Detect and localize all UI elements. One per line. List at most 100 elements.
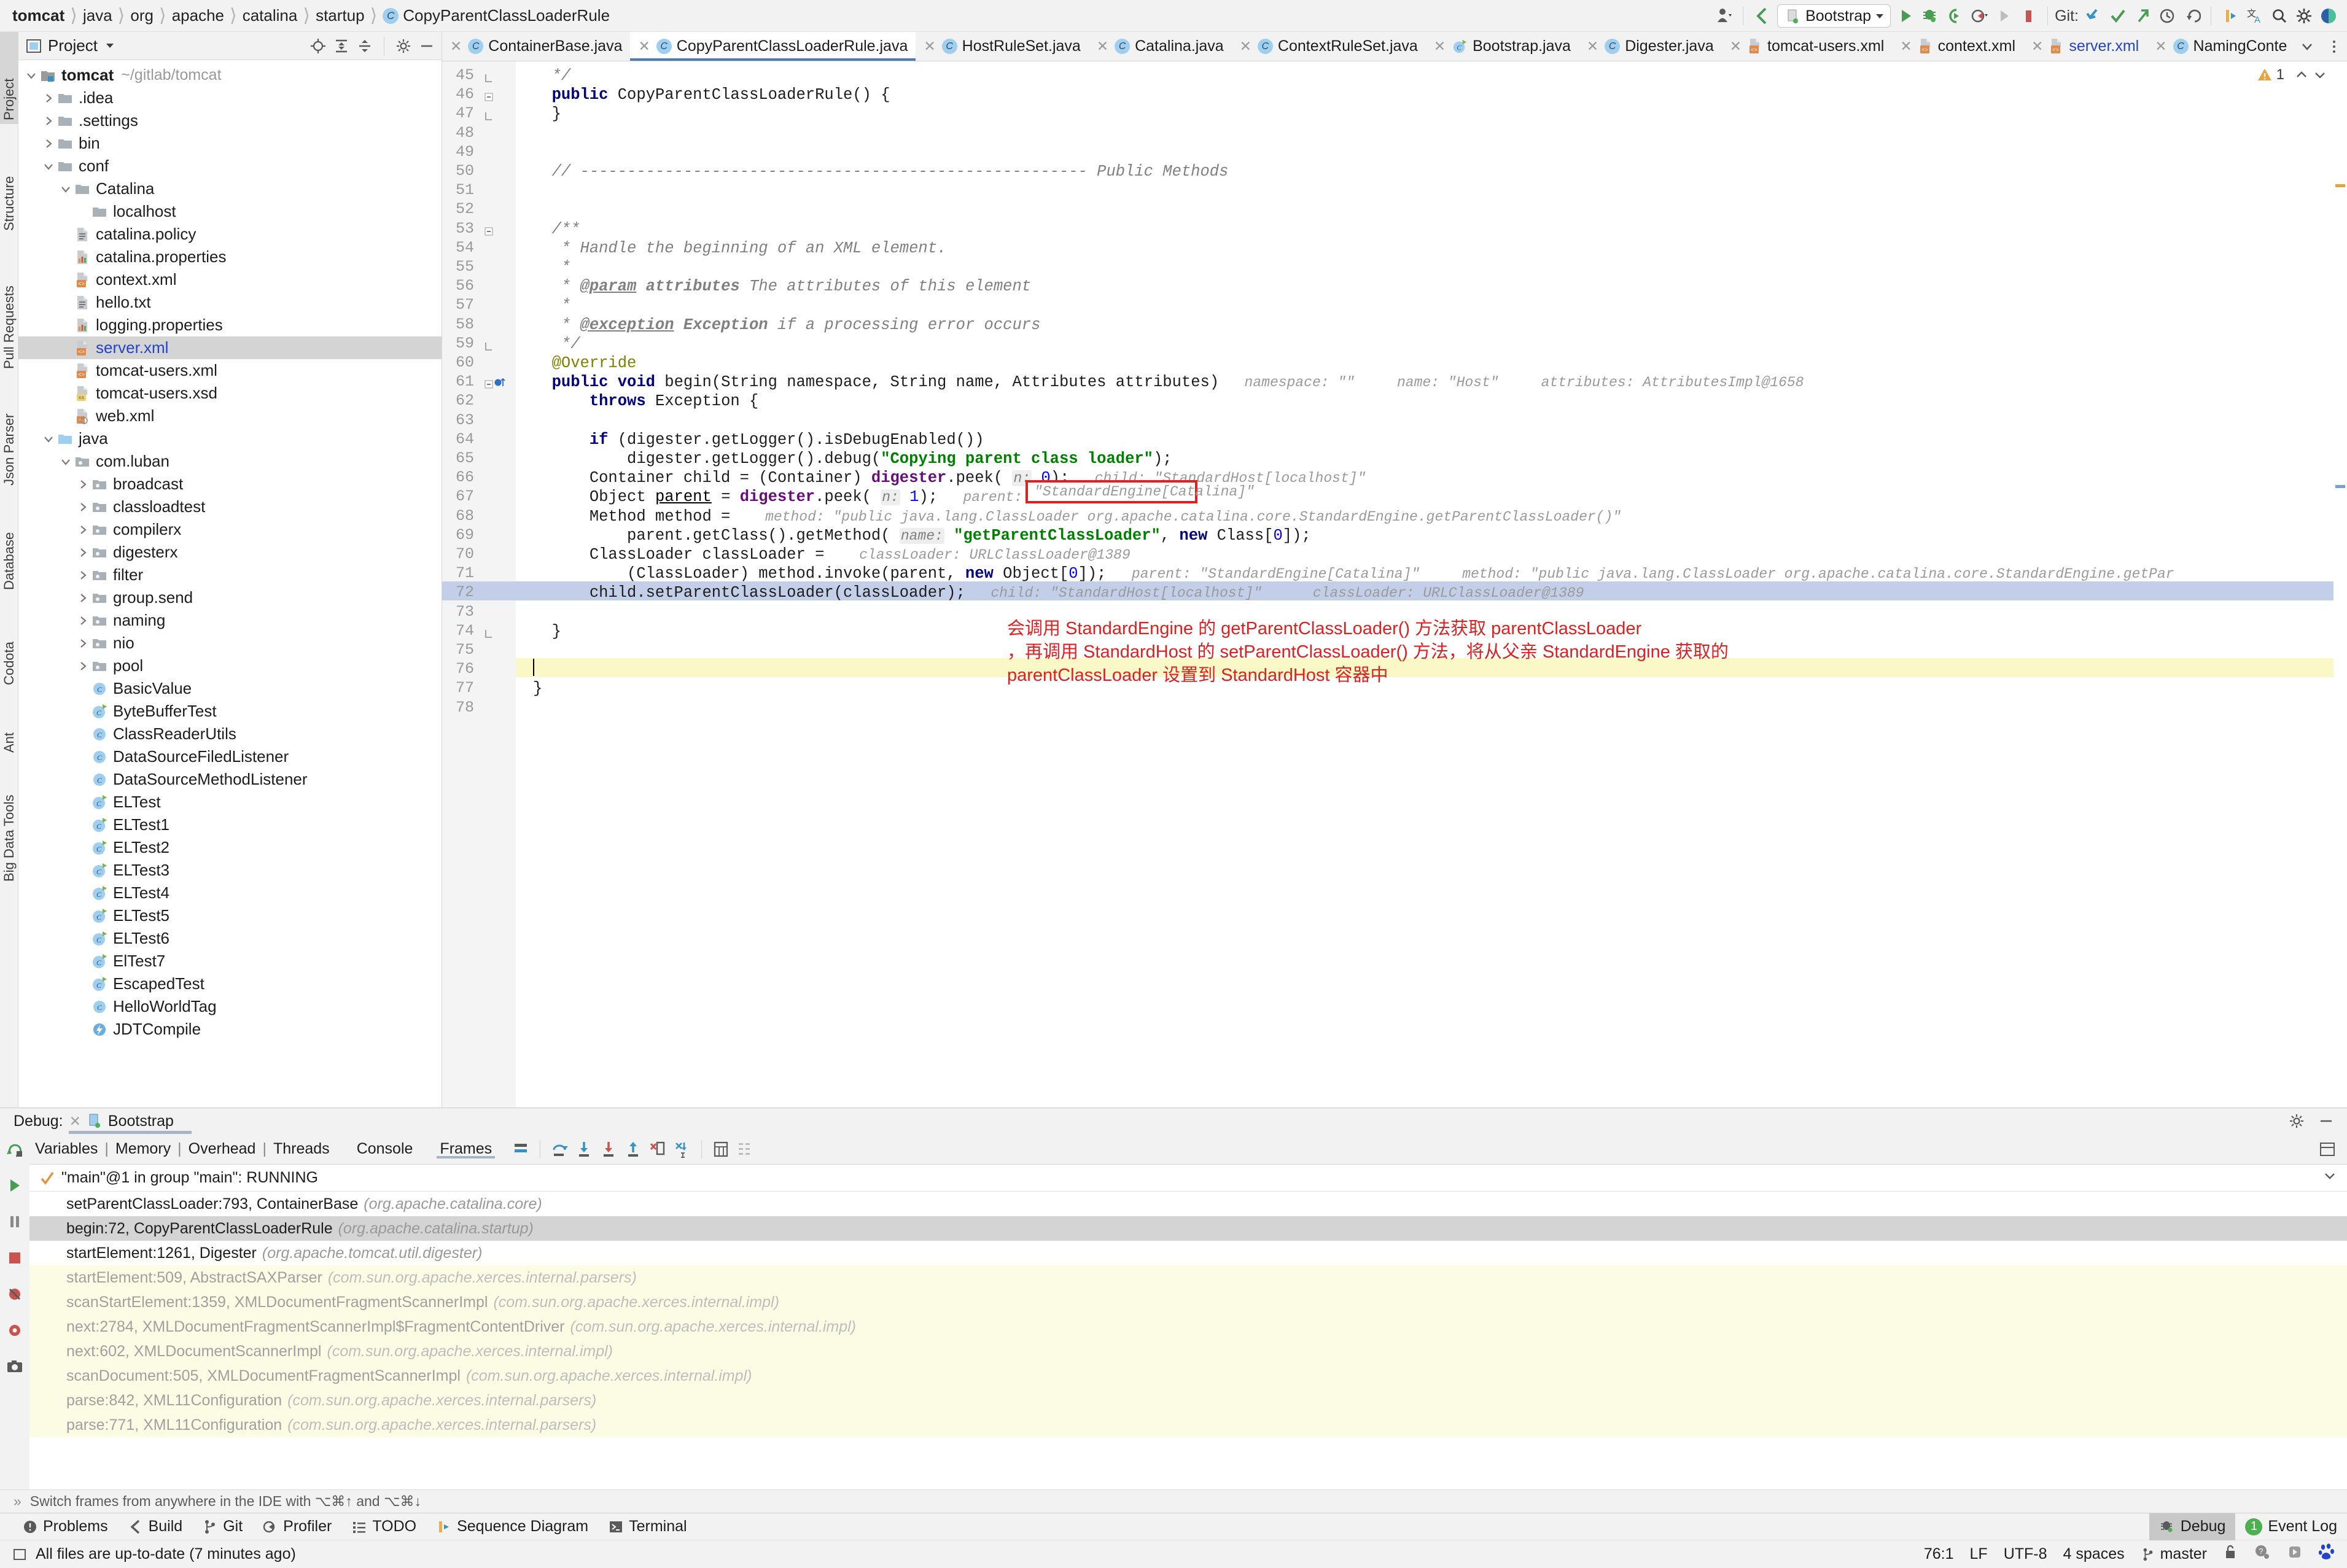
debug-settings-icon[interactable] (2315, 1137, 2340, 1162)
sidebar-item-big-data-tools[interactable]: Big Data Tools (0, 763, 18, 885)
debug-side-actions[interactable] (0, 1134, 29, 1489)
tree-item-classloadtest[interactable]: classloadtest (18, 495, 442, 518)
force-step-into-icon[interactable] (596, 1137, 621, 1162)
editor-tab-namingconte[interactable]: ✕ C NamingConte (2147, 32, 2295, 61)
code-fold-icon[interactable] (483, 69, 496, 82)
editor-tab-bootstrap-java[interactable]: ✕ C Bootstrap.java (1426, 32, 1579, 61)
run-with-coverage-icon[interactable] (1942, 4, 1967, 28)
collapse-all-icon[interactable] (354, 35, 376, 57)
bookmark-icon[interactable] (2218, 4, 2243, 28)
chevron-down-icon[interactable] (106, 44, 114, 48)
sidebar-item-ant[interactable]: Ant (0, 695, 18, 756)
tree-item-jdtcompile[interactable]: JDTCompile (18, 1018, 442, 1041)
sidebar-item-pull-requests[interactable]: Pull Requests (0, 241, 18, 373)
tree-item-digesterx[interactable]: digesterx (18, 541, 442, 564)
close-icon[interactable]: ✕ (1730, 38, 1742, 55)
tree-item-conf[interactable]: conf (18, 155, 442, 177)
tree-toggle-icon[interactable] (75, 567, 91, 583)
tree-item-catalina-properties[interactable]: catalina.properties (18, 246, 442, 268)
tree-toggle-icon[interactable] (75, 635, 91, 651)
tree-toggle-icon[interactable] (75, 545, 91, 561)
bottom-tab-problems[interactable]: Problems (12, 1518, 118, 1535)
tree-item-eltest3[interactable]: C ELTest3 (18, 859, 442, 882)
tree-item-filter[interactable]: filter (18, 564, 442, 586)
question-icon[interactable]: ? (2254, 1543, 2271, 1565)
bottom-tab-terminal[interactable]: Terminal (598, 1518, 696, 1535)
git-push-icon[interactable] (2130, 4, 2155, 28)
git-rollback-icon[interactable] (2179, 4, 2204, 28)
tree-toggle-icon[interactable] (58, 181, 74, 197)
frame-row[interactable]: scanStartElement:1359, XMLDocumentFragme… (29, 1290, 2347, 1314)
editor-tab-server-xml[interactable]: ✕ <> server.xml (2023, 32, 2147, 61)
frame-row[interactable]: parse:771, XML11Configuration (com.sun.or… (29, 1413, 2347, 1437)
editor-tab-contextruleset-java[interactable]: ✕ C ContextRuleSet.java (1232, 32, 1426, 61)
encoding[interactable]: UTF-8 (2004, 1545, 2047, 1563)
layout-icon[interactable] (508, 1137, 533, 1162)
sidebar-item-structure[interactable]: Structure (0, 130, 18, 235)
profiler-icon[interactable] (1711, 4, 1736, 28)
close-icon[interactable]: ✕ (2031, 38, 2043, 55)
breadcrumb-item-4[interactable]: catalina (239, 6, 302, 25)
editor-gutter[interactable]: 45 46 47 48 49 50 51 52 53 54 55 56 57 58 59 60 61 62 63 64… (442, 61, 516, 1108)
sidebar-item-json-parser[interactable]: Json Parser (0, 379, 18, 489)
gear-icon-debug[interactable] (2284, 1109, 2309, 1133)
editor-tab-containerbase-java[interactable]: ✕ C ContainerBase.java (442, 32, 630, 61)
close-icon[interactable]: ✕ (1900, 38, 1912, 55)
frame-row[interactable]: setParentClassLoader:793, ContainerBase (… (29, 1192, 2347, 1216)
close-icon[interactable]: ✕ (1097, 38, 1108, 55)
tree-item-catalina[interactable]: Catalina (18, 177, 442, 200)
close-icon[interactable]: ✕ (450, 38, 462, 55)
close-icon[interactable]: ✕ (638, 38, 650, 55)
plugin-icon[interactable] (2287, 1544, 2303, 1564)
tab-more-icon[interactable] (2322, 34, 2346, 59)
expand-hint-icon[interactable]: » (14, 1493, 21, 1510)
tree-item-pool[interactable]: pool (18, 654, 442, 677)
tree-toggle-icon[interactable] (41, 113, 56, 129)
tab-console[interactable]: Console (351, 1140, 419, 1158)
frame-row[interactable]: next:602, XMLDocumentScannerImpl (com.sun… (29, 1339, 2347, 1364)
breakpoint-icon[interactable] (494, 375, 507, 394)
editor-tab-tomcat-users-xml[interactable]: ✕ <> tomcat-users.xml (1722, 32, 1893, 61)
tree-toggle-icon[interactable] (75, 522, 91, 538)
view-breakpoints-icon[interactable] (6, 1321, 24, 1344)
frame-row[interactable]: scanDocument:505, XMLDocumentFragmentSca… (29, 1364, 2347, 1388)
bottom-tab-build[interactable]: Build (118, 1518, 193, 1535)
code-fold-icon[interactable] (483, 222, 496, 236)
tree-toggle-icon[interactable] (75, 613, 91, 629)
pause-icon[interactable] (6, 1213, 24, 1235)
bottom-tab-git[interactable]: Git (192, 1518, 252, 1535)
tree-item--settings[interactable]: .settings (18, 109, 442, 132)
tree-item-tomcat-users-xsd[interactable]: xs tomcat-users.xsd (18, 382, 442, 405)
step-over-icon[interactable] (547, 1137, 572, 1162)
sidebar-item-project[interactable]: Project (0, 32, 18, 124)
tree-item-eltest6[interactable]: C ELTest6 (18, 927, 442, 950)
tree-item--idea[interactable]: .idea (18, 87, 442, 109)
git-update-icon[interactable] (2081, 4, 2106, 28)
bottom-tab-profiler[interactable]: Profiler (252, 1518, 341, 1535)
debug-icon[interactable] (1918, 4, 1942, 28)
editor-tab-digester-java[interactable]: ✕ C Digester.java (1579, 32, 1722, 61)
caret-position[interactable]: 76:1 (1924, 1545, 1954, 1563)
code-fold-icon[interactable] (483, 337, 496, 351)
inspection-status-badge[interactable]: 1 (2257, 66, 2327, 83)
git-branch[interactable]: master (2141, 1545, 2207, 1563)
tree-item-eltest7[interactable]: C ElTest7 (18, 950, 442, 972)
error-stripe[interactable] (2333, 61, 2347, 1108)
frame-row[interactable]: next:2784, XMLDocumentFragmentScannerImp… (29, 1314, 2347, 1339)
sidebar-item-codota[interactable]: Codota (0, 600, 18, 689)
breadcrumb-item-5[interactable]: startup (312, 6, 368, 25)
hide-icon-debug[interactable] (2314, 1109, 2338, 1133)
tree-toggle-icon[interactable] (41, 158, 56, 174)
indent-setting[interactable]: 4 spaces (2063, 1545, 2125, 1563)
close-icon[interactable]: ✕ (1434, 38, 1446, 55)
tree-item-server-xml[interactable]: <> server.xml (18, 336, 442, 359)
frame-row[interactable]: begin:72, CopyParentClassLoaderRule (org.… (29, 1216, 2347, 1241)
step-out-icon[interactable] (621, 1137, 645, 1162)
editor-tab-copyparentclassloaderrule-java[interactable]: ✕ C CopyParentClassLoaderRule.java (630, 32, 916, 61)
tree-item-eltest4[interactable]: C ELTest4 (18, 882, 442, 904)
step-into-icon[interactable] (572, 1137, 596, 1162)
tree-item-datasourcemethodlistener[interactable]: C DataSourceMethodListener (18, 768, 442, 791)
code-editor[interactable]: 45 46 47 48 49 50 51 52 53 54 55 56 57 58 59 60 61 62 63 64… (442, 61, 2347, 1108)
tree-toggle-icon[interactable] (41, 431, 56, 447)
tree-item-eltest2[interactable]: C ELTest2 (18, 836, 442, 859)
